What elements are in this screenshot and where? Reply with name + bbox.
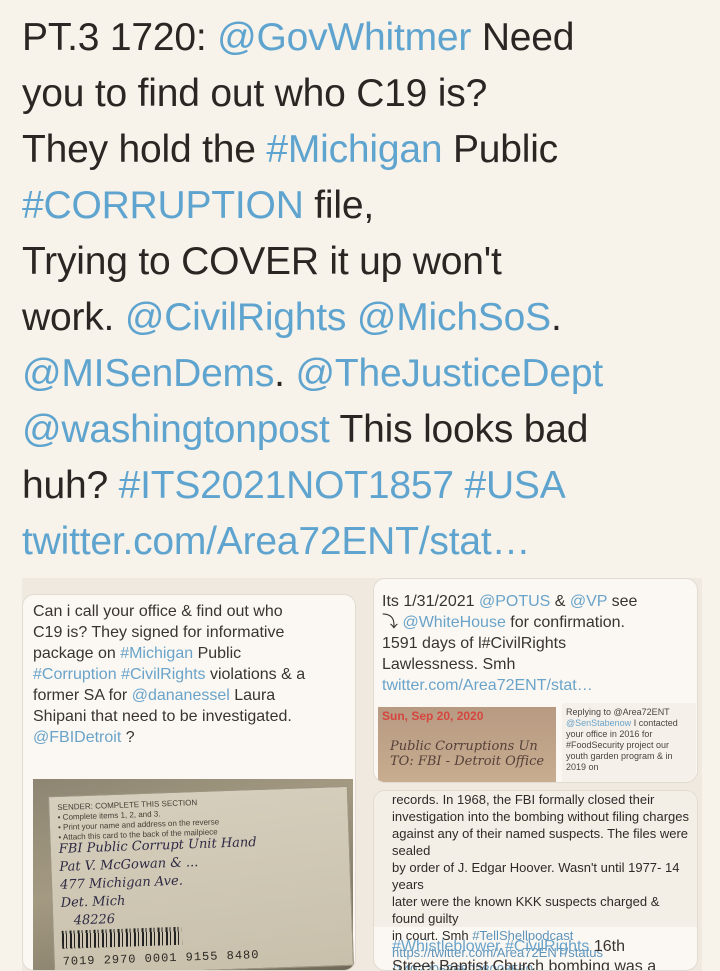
barcode-image	[61, 926, 183, 949]
mention-whitehouse-link[interactable]: @WhiteHouse	[402, 614, 505, 631]
tweet-text-segment	[346, 296, 357, 339]
quoted-tweet-text: Its 1/31/2021 @POTUS & @VP see ⤵ @WhiteH…	[382, 591, 694, 696]
tweet-line-9: huh? #ITS2021NOT1857 #USA	[22, 458, 712, 514]
mention-michsos-link[interactable]: @MichSoS	[357, 296, 551, 339]
quoted-tweet-text: #Whistleblower #CivilRights 16th Street …	[374, 931, 697, 971]
tweet-text-segment	[454, 464, 465, 507]
envelope-photo[interactable]: Sun, Sep 20, 2020 Public Corruptions Un …	[378, 707, 556, 782]
quoted-text-line: C19 is? They signed for informative	[33, 624, 285, 641]
text-segment: violations & a	[205, 666, 306, 683]
mention-potus-link[interactable]: @POTUS	[479, 593, 550, 610]
hashtag-corruption-link[interactable]: #CORRUPTION	[22, 184, 304, 227]
quoted-text-line: @FBIDetroit ?	[33, 727, 349, 748]
tweet-text-segment: They hold the	[22, 128, 267, 171]
text-segment: ?	[121, 729, 135, 746]
tweet-line-6: work. @CivilRights @MichSoS.	[22, 290, 712, 346]
article-line: by order of J. Edgar Hoover. Wasn't unti…	[392, 860, 680, 892]
text-segment: package on	[33, 645, 121, 662]
tweet-line-8: @washingtonpost This looks bad	[22, 402, 712, 458]
tracking-number: 7019 2970 0001 9155 8480	[62, 948, 260, 969]
envelope-handwriting: Public Corruptions Un TO: FBI - Detroit …	[390, 739, 545, 769]
reply-text: @SenStabenow I contacted your office in …	[566, 718, 692, 773]
article-line: investigation into the bombing without f…	[392, 809, 690, 824]
hashtag-usa-link[interactable]: #USA	[464, 464, 565, 507]
quoted-text-line: package on #Michigan Public	[33, 643, 349, 664]
quoted-text-line: #Corruption #CivilRights violations & a	[33, 664, 349, 685]
mention-washingtonpost-link[interactable]: @washingtonpost	[22, 408, 330, 451]
tweet-line-1: PT.3 1720: @GovWhitmer Need	[22, 10, 712, 66]
quoted-text-line: ⤵ @WhiteHouse for confirmation.	[382, 612, 694, 633]
mention-civilrights-link[interactable]: @CivilRights	[125, 296, 347, 339]
text-segment: Laura	[229, 687, 276, 704]
reply-screenshot[interactable]: Replying to @Area72ENT @SenStabenow I co…	[562, 703, 696, 782]
quoted-text-line: Can i call your office & find out who	[33, 603, 283, 620]
tweet-line-4: #CORRUPTION file,	[22, 178, 712, 234]
quoted-text-line: Its 1/31/2021 @POTUS & @VP see	[382, 591, 694, 612]
mention-govwhitmer-link[interactable]: @GovWhitmer	[217, 16, 471, 59]
hashtag-link[interactable]: #Corruption	[33, 666, 117, 683]
arrow-down-icon: ⤵	[382, 614, 403, 631]
mention-link: @SenStabenow	[566, 718, 632, 728]
quoted-tweet-images: Sun, Sep 20, 2020 Public Corruptions Un …	[374, 703, 697, 782]
article-line: records. In 1968, the FBI formally close…	[392, 792, 655, 807]
quoted-text-line: #Whistleblower #CivilRights 16th	[392, 937, 689, 957]
tweet-text-segment: .	[550, 296, 562, 339]
tweet-line-7: @MISenDems. @TheJusticeDept	[22, 346, 712, 402]
mention-thejusticedept-link[interactable]: @TheJusticeDept	[295, 352, 603, 395]
quoted-text-line: Street Baptist Church bombing was a	[392, 958, 657, 971]
receipt-handwriting: FBI Public Corrupt Unit Hand Pat V. McGo…	[58, 835, 257, 929]
text-segment: &	[550, 593, 570, 610]
tweet-text-segment: Need	[471, 16, 575, 59]
text-segment: for confirmation.	[505, 614, 625, 631]
mention-link[interactable]: @FBIDetroit	[33, 729, 121, 746]
text-segment: Public	[193, 645, 242, 662]
mention-link[interactable]: @dananessel	[132, 687, 230, 704]
hashtag-link[interactable]: #Michigan	[120, 645, 193, 662]
photo-date-stamp: Sun, Sep 20, 2020	[382, 709, 484, 723]
text-segment: see	[607, 593, 638, 610]
tweet-line-3: They hold the #Michigan Public	[22, 122, 712, 178]
quoted-tweet-text: Can i call your office & find out who C1…	[33, 601, 349, 748]
tweet-text-segment: .	[274, 352, 296, 395]
hashtag-michigan-link[interactable]: #Michigan	[266, 128, 442, 171]
text-segment: 16th	[589, 938, 625, 955]
tweet-url-link[interactable]: twitter.com/Area72ENT/stat…	[22, 514, 712, 570]
quoted-tweet-card-left[interactable]: Can i call your office & find out who C1…	[22, 594, 356, 971]
article-line: against any of their named suspects. The…	[392, 826, 689, 858]
mention-vp-link[interactable]: @VP	[570, 593, 607, 610]
quoted-text-line: Lawlessness. Smh	[382, 656, 516, 673]
quoted-text-line: Shipani that need to be investigated.	[33, 708, 292, 725]
tweet-text-segment: This looks bad	[329, 408, 589, 451]
quoted-text-line: former SA for @dananessel Laura	[33, 685, 349, 706]
article-screenshot: records. In 1968, the FBI formally close…	[374, 791, 697, 970]
tweet-text-segment: PT.3 1720:	[22, 16, 218, 59]
hashtag-whistleblower-link[interactable]: #Whistleblower	[392, 938, 500, 955]
quoted-text-line: 1591 days of l#CivilRights	[382, 635, 567, 652]
article-line: later were the known KKK suspects charge…	[392, 894, 660, 926]
receipt-photo[interactable]: SENDER: COMPLETE THIS SECTION • Complete…	[33, 779, 355, 970]
hashtag-its2021not1857-link[interactable]: #ITS2021NOT1857	[119, 464, 454, 507]
tweet-media-grid[interactable]: Can i call your office & find out who C1…	[22, 578, 702, 971]
quoted-tweet-card-right-bottom[interactable]: records. In 1968, the FBI formally close…	[373, 790, 698, 971]
tweet-line-2: you to find out who C19 is?	[22, 72, 488, 115]
mention-misendems-link[interactable]: @MISenDems	[22, 352, 274, 395]
text-segment: former SA for	[33, 687, 132, 704]
tweet-text-segment: huh?	[22, 464, 119, 507]
quoted-url-link[interactable]: twitter.com/Area72ENT/stat…	[382, 675, 694, 696]
quoted-tweet-card-right-top[interactable]: Its 1/31/2021 @POTUS & @VP see ⤵ @WhiteH…	[373, 578, 698, 783]
hashtag-civilrights-link[interactable]: #CivilRights	[505, 938, 589, 955]
reply-context: Replying to @Area72ENT	[566, 707, 670, 717]
tweet-text-segment: work.	[22, 296, 125, 339]
hashtag-link[interactable]: #CivilRights	[121, 666, 205, 683]
certified-mail-receipt: SENDER: COMPLETE THIS SECTION • Complete…	[47, 785, 355, 970]
tweet-text: PT.3 1720: @GovWhitmer Need you to find …	[22, 10, 712, 570]
tweet-line-5: Trying to COVER it up won't	[22, 240, 502, 283]
tweet-text-segment: file,	[303, 184, 374, 227]
text-segment: Its 1/31/2021	[382, 593, 479, 610]
tweet-text-segment: Public	[442, 128, 558, 171]
